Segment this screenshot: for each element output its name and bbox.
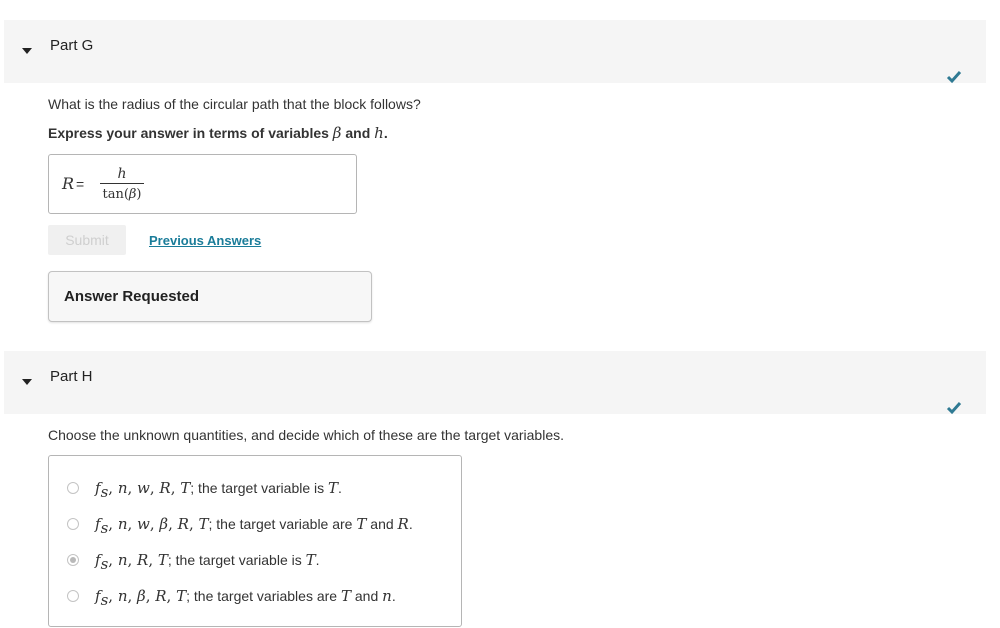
den-close: )	[136, 187, 142, 202]
part-g-instruction: Express your answer in terms of variable…	[48, 124, 388, 142]
part-g-question: What is the radius of the circular path …	[48, 96, 421, 112]
submit-button[interactable]: Submit	[48, 225, 126, 255]
radio-button[interactable]	[67, 482, 79, 494]
caret-down-icon[interactable]	[21, 376, 33, 388]
instruction-var-beta: β	[332, 124, 342, 142]
answer-field[interactable]: R = h tan(β)	[48, 154, 357, 214]
answer-fraction: h tan(β)	[100, 166, 144, 202]
part-h-question: Choose the unknown quantities, and decid…	[48, 427, 564, 443]
fraction-numerator: h	[117, 166, 127, 182]
check-icon	[946, 71, 962, 84]
caret-down-icon[interactable]	[21, 45, 33, 57]
instruction-and: and	[345, 125, 371, 141]
radio-button[interactable]	[67, 518, 79, 530]
answer-options: fs, n, w, R, T; the target variable is T…	[48, 455, 462, 627]
check-icon	[946, 402, 962, 415]
instruction-end: .	[383, 125, 388, 141]
part-h-header[interactable]: Part H	[4, 351, 986, 414]
answer-var-r: R	[62, 174, 75, 193]
instruction-var-h: h	[374, 124, 384, 142]
option-text: fs, n, w, β, R, T; the target variable a…	[95, 515, 413, 537]
option-text: fs, n, w, R, T; the target variable is T…	[95, 479, 342, 501]
answer-equals: =	[76, 176, 85, 192]
fraction-bar	[100, 183, 144, 184]
fraction-denominator: tan(β)	[100, 186, 144, 202]
answer-lhs: R =	[62, 174, 84, 194]
part-g-header[interactable]: Part G	[4, 20, 986, 83]
radio-button-selected[interactable]	[67, 554, 79, 566]
answer-requested-label: Answer Requested	[64, 288, 200, 305]
part-g-title: Part G	[50, 37, 94, 54]
answer-requested-box: Answer Requested	[48, 271, 372, 322]
instruction-prefix: Express your answer in terms of variable…	[48, 125, 329, 141]
option-text: fs, n, β, R, T; the target variables are…	[95, 587, 396, 609]
den-func: tan(	[102, 187, 129, 202]
option-text: fs, n, R, T; the target variable is T.	[95, 551, 320, 573]
radio-button[interactable]	[67, 590, 79, 602]
previous-answers-link[interactable]: Previous Answers	[149, 233, 261, 248]
part-h-title: Part H	[50, 368, 93, 385]
